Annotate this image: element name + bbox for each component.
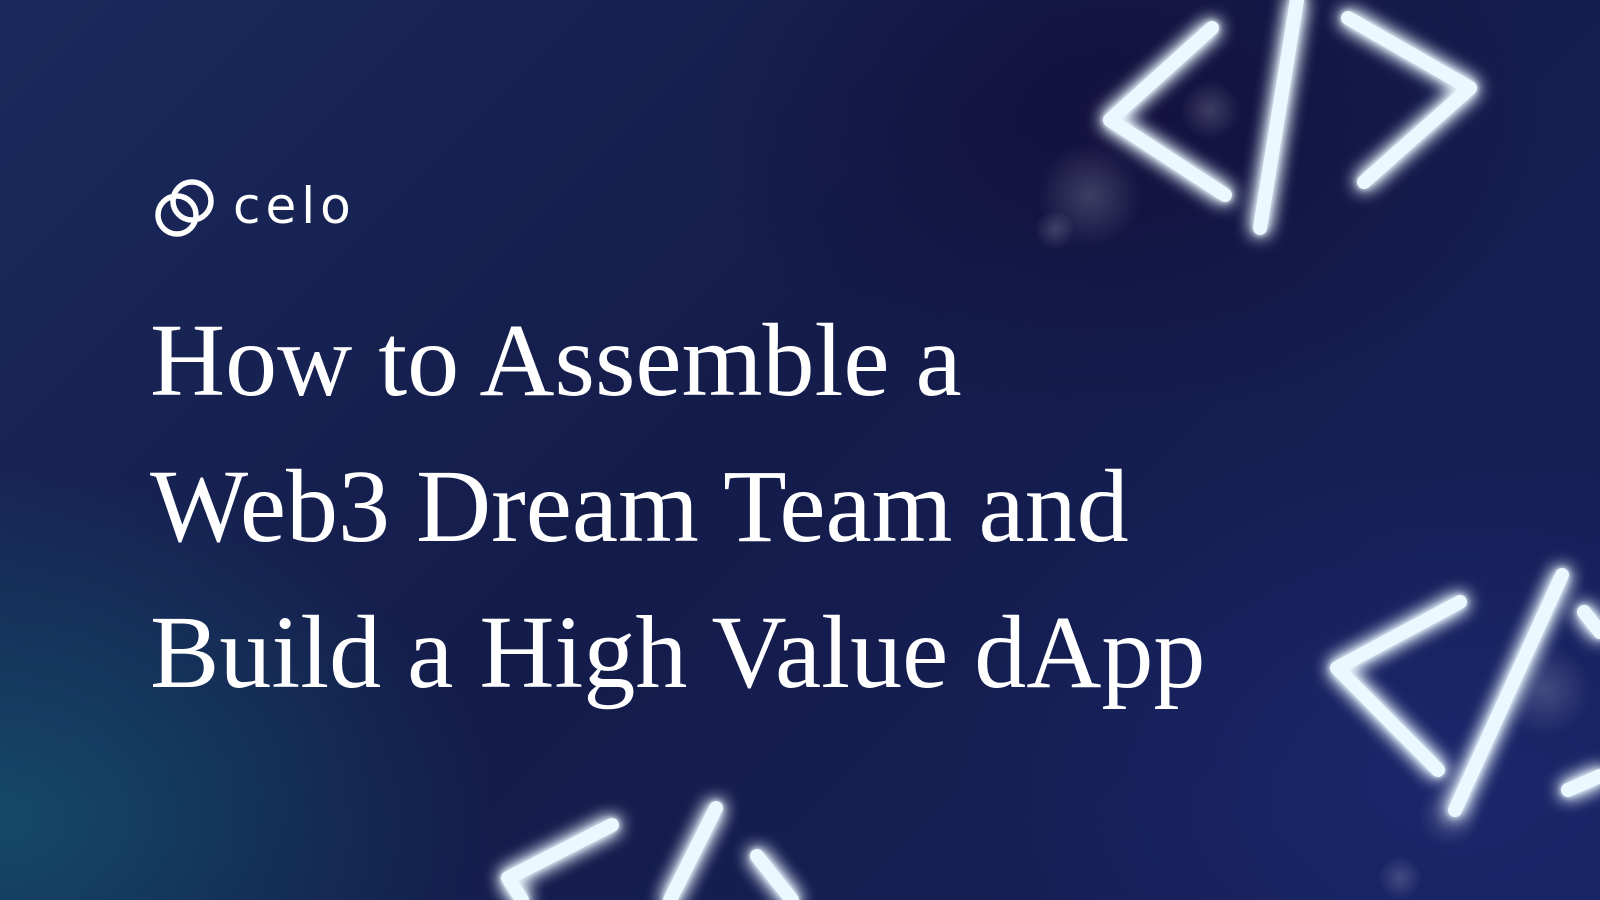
brand-name: celo: [233, 177, 356, 235]
bokeh-light: [1418, 783, 1482, 847]
headline-line: Build a High Value dApp: [150, 595, 1206, 710]
code-brackets-icon: [1103, 0, 1477, 235]
celo-logo: celo: [153, 176, 356, 242]
headline-line: Web3 Dream Team and: [150, 449, 1129, 564]
headline: How to Assemble a Web3 Dream Team and Bu…: [150, 288, 1205, 726]
bokeh-light: [1180, 80, 1240, 140]
headline-line: How to Assemble a: [150, 303, 962, 418]
code-brackets-icon: [501, 801, 799, 900]
bokeh-light: [1378, 856, 1422, 900]
bokeh-light: [1035, 210, 1075, 250]
celo-logo-icon: [155, 179, 214, 237]
banner-canvas: celo How to Assemble a Web3 Dream Team a…: [0, 0, 1600, 900]
